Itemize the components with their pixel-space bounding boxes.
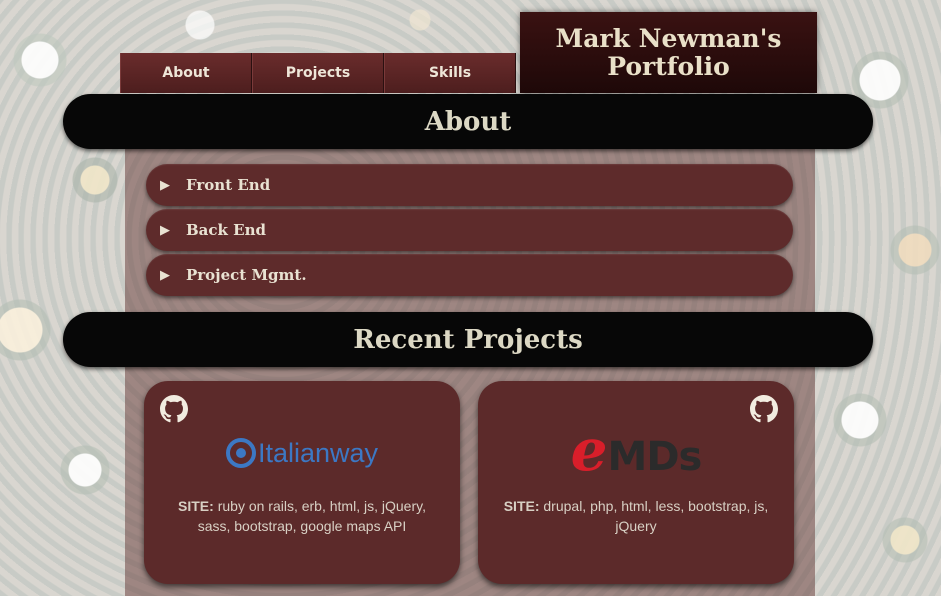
- tab-projects[interactable]: Projects: [252, 53, 384, 93]
- site-title: Mark Newman's Portfolio: [555, 23, 782, 81]
- play-triangle-icon: ▶: [160, 222, 170, 238]
- site-label: SITE:: [178, 498, 214, 514]
- recent-projects-heading: Recent Projects: [63, 312, 873, 367]
- emds-logo: e MDs: [478, 415, 794, 484]
- github-icon[interactable]: [750, 395, 778, 423]
- accordion-back-end[interactable]: ▶ Back End: [146, 209, 793, 251]
- tab-about[interactable]: About: [120, 53, 252, 93]
- project-card-emds[interactable]: e MDs SITE: drupal, php, html, less, boo…: [478, 381, 794, 584]
- project-description: SITE: ruby on rails, erb, html, js, jQue…: [162, 496, 442, 536]
- accordion-project-mgmt[interactable]: ▶ Project Mgmt.: [146, 254, 793, 296]
- italianway-logo-text: Italianway: [257, 437, 379, 468]
- italianway-ring-icon: [225, 438, 256, 468]
- project-card-italianway[interactable]: Italianway SITE: ruby on rails, erb, htm…: [144, 381, 460, 584]
- accordion-front-end[interactable]: ▶ Front End: [146, 164, 793, 206]
- play-triangle-icon: ▶: [160, 177, 170, 193]
- play-triangle-icon: ▶: [160, 267, 170, 283]
- about-heading: About: [63, 94, 873, 149]
- site-title-box: Mark Newman's Portfolio: [520, 12, 817, 93]
- tab-skills[interactable]: Skills: [384, 53, 516, 93]
- site-tech: ruby on rails, erb, html, js, jQuery, sa…: [197, 498, 426, 534]
- nav-tabs: About Projects Skills: [120, 53, 516, 93]
- emds-logo-text: MDs: [607, 433, 703, 480]
- site-tech: drupal, php, html, less, bootstrap, js, …: [543, 498, 769, 534]
- emds-logo-e: e: [570, 415, 608, 484]
- accordion-label: Back End: [186, 221, 266, 239]
- project-description: SITE: drupal, php, html, less, bootstrap…: [496, 496, 776, 536]
- accordion-label: Project Mgmt.: [186, 266, 307, 284]
- accordion-label: Front End: [186, 176, 271, 194]
- site-label: SITE:: [503, 498, 540, 514]
- github-icon[interactable]: [160, 395, 188, 423]
- italianway-logo: Italianway: [144, 429, 460, 477]
